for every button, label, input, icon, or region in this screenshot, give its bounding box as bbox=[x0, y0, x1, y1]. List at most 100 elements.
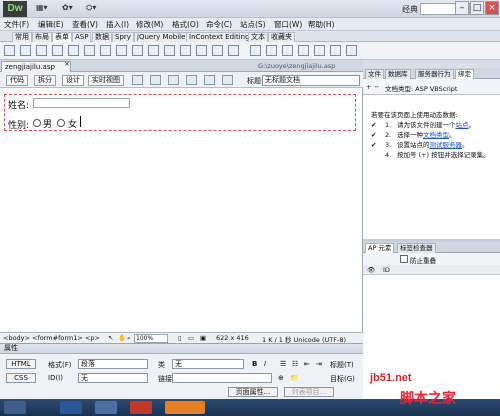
tab-files[interactable]: 文件 bbox=[365, 69, 384, 79]
tab-server-behaviors[interactable]: 服务器行为 bbox=[415, 69, 454, 79]
menu-insert[interactable]: 插入(I) bbox=[106, 19, 129, 30]
text-field-icon[interactable] bbox=[20, 45, 31, 56]
app-taskbar-icon[interactable] bbox=[165, 401, 205, 414]
label-icon[interactable] bbox=[212, 45, 223, 56]
select-list-icon[interactable] bbox=[132, 45, 143, 56]
site-menu-icon[interactable]: ⛭▾ bbox=[86, 3, 96, 15]
browse-folder-icon[interactable]: 📁 bbox=[290, 374, 299, 382]
tag-selector[interactable]: <body> <form#form1> <p> bbox=[3, 334, 100, 342]
page-properties-button[interactable]: 页面属性... bbox=[228, 387, 278, 397]
menu-view[interactable]: 查看(V) bbox=[72, 19, 98, 30]
menu-edit[interactable]: 编辑(E) bbox=[38, 19, 64, 30]
start-button[interactable] bbox=[4, 401, 26, 414]
html-mode-button[interactable]: HTML bbox=[6, 359, 36, 369]
tab-common[interactable]: 常用 bbox=[12, 32, 32, 42]
code-view-button[interactable]: 代码 bbox=[6, 75, 28, 86]
split-view-button[interactable]: 拆分 bbox=[34, 75, 56, 86]
file-field-icon[interactable] bbox=[180, 45, 191, 56]
tab-bindings[interactable]: 绑定 bbox=[455, 69, 474, 79]
spry-validation-confirm-icon[interactable] bbox=[330, 45, 341, 56]
hand-tool-icon[interactable]: ✋ bbox=[118, 334, 126, 342]
checkbox-group-icon[interactable] bbox=[84, 45, 95, 56]
tablet-size-icon[interactable]: ▭ bbox=[188, 334, 194, 342]
image-field-icon[interactable] bbox=[164, 45, 175, 56]
tab-favorites[interactable]: 收藏夹 bbox=[268, 32, 295, 42]
menu-help[interactable]: 帮助(H) bbox=[308, 19, 335, 30]
tab-ap-elements[interactable]: AP 元素 bbox=[365, 243, 395, 253]
tab-asp[interactable]: ASP bbox=[72, 32, 92, 42]
radio-button-icon[interactable] bbox=[100, 45, 111, 56]
checkbox-icon[interactable] bbox=[68, 45, 79, 56]
format-select[interactable]: 段落 bbox=[78, 359, 148, 369]
tab-tag-inspector[interactable]: 标签检查器 bbox=[397, 243, 436, 253]
file-management-icon[interactable] bbox=[168, 75, 179, 85]
document-tab[interactable]: zengjiajilu.asp bbox=[1, 61, 71, 72]
mobile-size-icon[interactable]: ▯ bbox=[178, 334, 182, 342]
tab-data[interactable]: 数据 bbox=[92, 32, 112, 42]
live-view-button[interactable]: 实时视图 bbox=[88, 75, 124, 86]
radio-female[interactable] bbox=[57, 119, 65, 127]
tab-incontext-editing[interactable]: InContext Editing bbox=[186, 32, 253, 42]
menu-format[interactable]: 格式(O) bbox=[172, 19, 199, 30]
list-item-button[interactable]: 列表项目... bbox=[284, 387, 334, 397]
desktop-size-icon[interactable]: ▣ bbox=[200, 334, 206, 342]
remove-icon[interactable]: − bbox=[374, 83, 379, 91]
window-size[interactable]: 622 x 416 bbox=[216, 334, 249, 342]
doc-type-link[interactable]: 文档类型 bbox=[423, 131, 449, 139]
close-button[interactable]: × bbox=[485, 1, 499, 15]
layout-menu-icon[interactable]: ▦▾ bbox=[36, 3, 48, 15]
menu-commands[interactable]: 命令(C) bbox=[206, 19, 232, 30]
zoom-select[interactable]: 100% bbox=[134, 334, 168, 343]
bold-button[interactable]: B bbox=[252, 360, 257, 368]
tab-databases[interactable]: 数据库 bbox=[385, 69, 411, 79]
select-tool-icon[interactable]: ↖ bbox=[108, 334, 113, 342]
app-taskbar-icon[interactable] bbox=[130, 401, 152, 414]
refresh-icon[interactable] bbox=[222, 75, 233, 85]
spry-validation-radio-icon[interactable] bbox=[346, 45, 357, 56]
explorer-taskbar-icon[interactable] bbox=[95, 401, 117, 414]
form-icon[interactable] bbox=[4, 45, 15, 56]
visual-aids-icon[interactable] bbox=[204, 75, 215, 85]
extend-menu-icon[interactable]: ✿▾ bbox=[62, 3, 73, 15]
close-icon[interactable]: × bbox=[64, 60, 70, 68]
italic-button[interactable]: I bbox=[264, 360, 266, 368]
fieldset-icon[interactable] bbox=[228, 45, 239, 56]
ordered-list-icon[interactable]: ☷ bbox=[292, 360, 298, 368]
link-input[interactable] bbox=[172, 373, 272, 383]
check-browser-icon[interactable] bbox=[186, 75, 197, 85]
multiscreen-icon[interactable] bbox=[132, 75, 143, 85]
form-outline[interactable]: 姓名: 性别: 男 女 bbox=[4, 94, 356, 131]
tab-forms[interactable]: 表单 bbox=[52, 32, 72, 42]
eye-icon[interactable]: 👁 bbox=[367, 266, 375, 274]
indent-icon[interactable]: ⇥ bbox=[316, 360, 322, 368]
radio-male[interactable] bbox=[33, 119, 41, 127]
site-link[interactable]: 站点 bbox=[456, 121, 469, 129]
maximize-button[interactable]: □ bbox=[470, 1, 484, 15]
point-to-file-icon[interactable]: ⊕ bbox=[278, 374, 284, 382]
textarea-icon[interactable] bbox=[52, 45, 63, 56]
properties-header[interactable]: 属性 bbox=[0, 344, 363, 354]
hidden-field-icon[interactable] bbox=[36, 45, 47, 56]
unordered-list-icon[interactable]: ☰ bbox=[280, 360, 286, 368]
zoom-tool-icon[interactable]: ⌕ bbox=[127, 334, 131, 343]
id-select[interactable]: 无 bbox=[78, 373, 148, 383]
test-server-link[interactable]: 测试服务器 bbox=[430, 141, 463, 149]
css-mode-button[interactable]: CSS bbox=[6, 373, 36, 383]
design-view[interactable]: 姓名: 性别: 男 女 bbox=[0, 88, 363, 332]
radio-group-icon[interactable] bbox=[116, 45, 127, 56]
menu-modify[interactable]: 修改(M) bbox=[136, 19, 163, 30]
spry-validation-checkbox-icon[interactable] bbox=[282, 45, 293, 56]
tab-jquery-mobile[interactable]: jQuery Mobile bbox=[134, 32, 189, 42]
class-select[interactable]: 无 bbox=[172, 359, 244, 369]
button-icon[interactable] bbox=[196, 45, 207, 56]
tab-layout[interactable]: 布局 bbox=[32, 32, 52, 42]
workspace-switcher[interactable]: 经典 bbox=[402, 4, 418, 15]
menu-window[interactable]: 窗口(W) bbox=[274, 19, 302, 30]
add-icon[interactable]: + bbox=[366, 83, 371, 91]
word-taskbar-icon[interactable] bbox=[60, 401, 82, 414]
preview-browser-icon[interactable] bbox=[150, 75, 161, 85]
minimize-button[interactable]: – bbox=[455, 1, 469, 15]
spry-validation-textarea-icon[interactable] bbox=[266, 45, 277, 56]
page-title-input[interactable]: 无标题文档 bbox=[262, 75, 360, 86]
name-input[interactable] bbox=[33, 98, 130, 108]
